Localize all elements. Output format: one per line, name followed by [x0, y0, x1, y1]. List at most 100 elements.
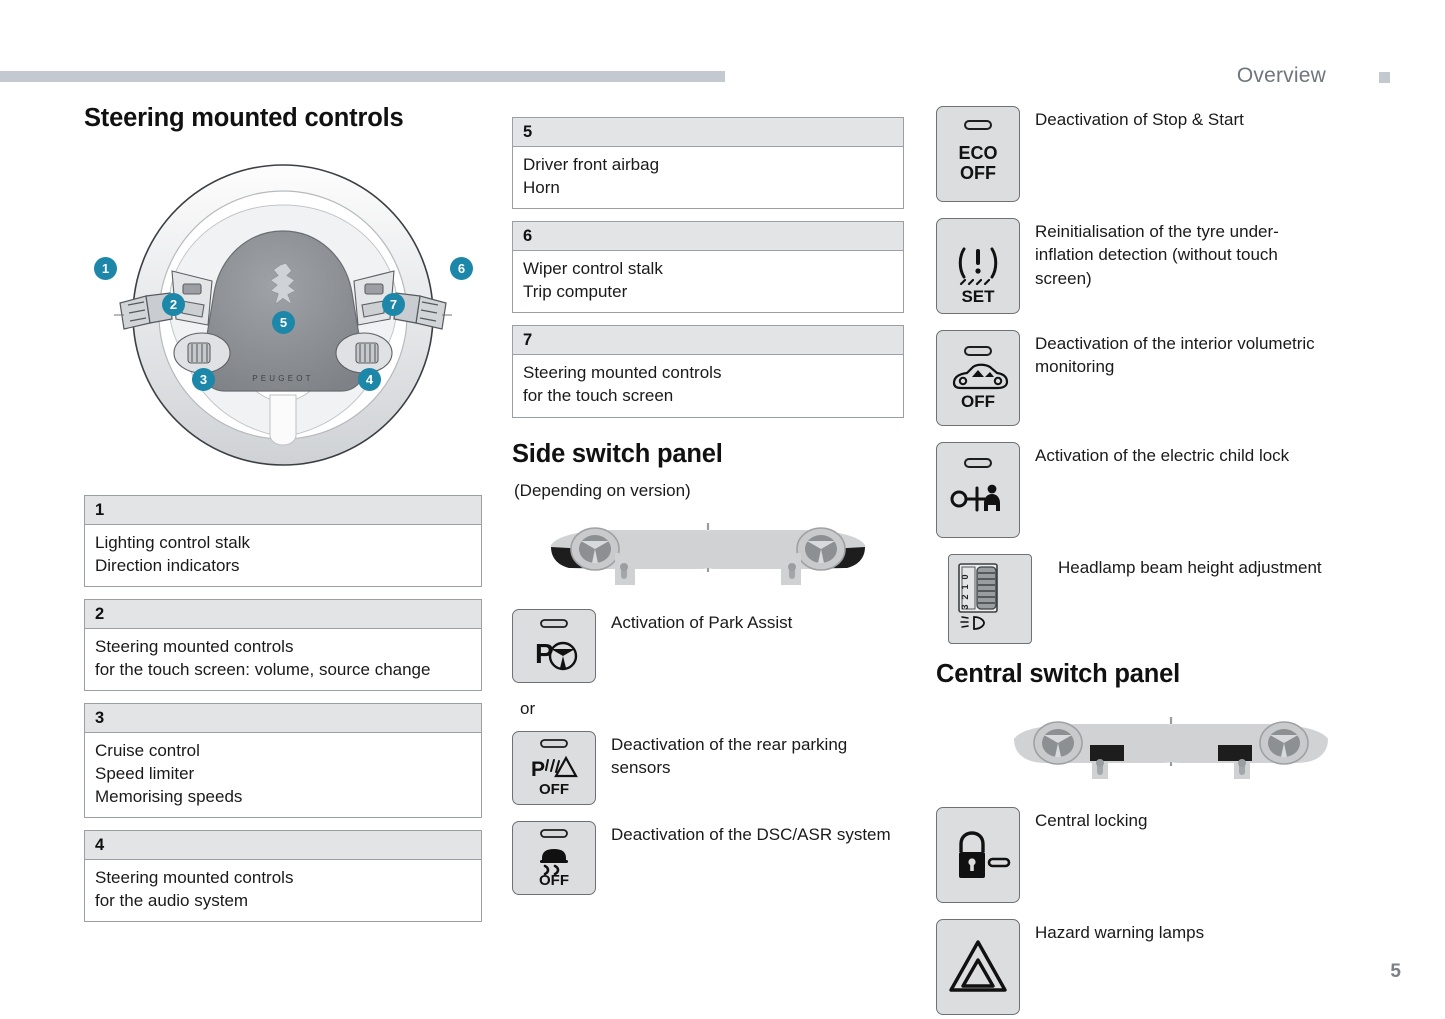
- volumetric-monitoring-row: OFF Deactivation of the interior volumet…: [936, 330, 1406, 426]
- steering-controls-heading: Steering mounted controls: [84, 104, 404, 132]
- wheel-callout-1: 1: [94, 257, 117, 280]
- header-accent-bar: [0, 71, 725, 82]
- wheel-callout-6: 6: [450, 257, 473, 280]
- steering-wheel-figure: PEUGEOT 1 2 3 4 5 6 7: [84, 153, 482, 483]
- wheel-brand-text: PEUGEOT: [252, 374, 314, 383]
- central-locking-icon: [959, 831, 1011, 878]
- child-lock-button[interactable]: [936, 442, 1020, 538]
- tyre-pressure-button[interactable]: SET: [936, 218, 1020, 314]
- page-number: 5: [1390, 961, 1401, 982]
- control-table-6-line-2: Trip computer: [523, 281, 628, 301]
- rear-parking-sensors-button[interactable]: P OFF: [512, 730, 596, 805]
- park-assist-row: P Activation of Park Assist: [512, 608, 904, 683]
- control-table-2: 2 Steering mounted controls for the touc…: [84, 599, 482, 692]
- control-table-5-line-1: Driver front airbag: [523, 155, 660, 174]
- control-table-1-body: Lighting control stalk Direction indicat…: [85, 525, 481, 586]
- control-table-4-body: Steering mounted controls for the audio …: [85, 860, 481, 921]
- tyre-pressure-row: SET Reinitialisation of the tyre under-i…: [936, 218, 1406, 314]
- svg-text:3: 3: [960, 604, 970, 609]
- wheel-callout-4: 4: [358, 368, 381, 391]
- control-table-3: 3 Cruise control Speed limiter Memorisin…: [84, 703, 482, 819]
- central-locking-row: Central locking: [936, 807, 1406, 903]
- control-table-2-line-2: for the touch screen: volume, source cha…: [95, 659, 431, 679]
- control-table-4-line-2: for the audio system: [95, 890, 249, 910]
- electric-child-lock-icon: [950, 458, 1000, 512]
- rear-parking-sensors-row: P OFF Deactivation of the rear parking s…: [512, 730, 904, 805]
- control-table-1-number: 1: [85, 496, 481, 525]
- rear-parking-sensors-off-icon: P OFF: [531, 738, 578, 798]
- control-table-4-number: 4: [85, 831, 481, 861]
- central-switch-panel-heading: Central switch panel: [936, 660, 1180, 688]
- svg-text:OFF: OFF: [539, 872, 569, 889]
- control-table-7-line-1: Steering mounted controls: [523, 363, 722, 383]
- child-lock-label: Activation of the electric child lock: [1035, 446, 1290, 465]
- middle-column: 5 Driver front airbag Horn 6 Wiper contr…: [512, 117, 904, 911]
- svg-text:0: 0: [960, 574, 970, 579]
- control-table-4: 4 Steering mounted controls for the audi…: [84, 830, 482, 923]
- right-column: ECO OFF Deactivation of Stop & Start SET…: [936, 106, 1406, 1019]
- wheel-callout-2: 2: [162, 293, 185, 316]
- hazard-warning-button[interactable]: [936, 919, 1020, 1015]
- control-table-5: 5 Driver front airbag Horn: [512, 117, 904, 210]
- eco-off-row: ECO OFF Deactivation of Stop & Start: [936, 106, 1406, 202]
- svg-text:2: 2: [960, 594, 970, 599]
- wheel-callout-3: 3: [192, 368, 215, 391]
- headlamp-beam-row: 0 1 2 3 Headlamp beam height adjustment: [936, 554, 1406, 644]
- left-column: Steering mounted controls PEUGEOT 1 2 3 …: [84, 104, 482, 934]
- dsc-asr-label: Deactivation of the DSC/ASR system: [611, 824, 891, 844]
- svg-text:1: 1: [960, 584, 970, 589]
- svg-text:OFF: OFF: [960, 163, 996, 183]
- volumetric-monitoring-off-icon: OFF: [952, 346, 1009, 411]
- eco-off-label: Deactivation of Stop & Start: [1035, 110, 1244, 129]
- svg-text:SET: SET: [961, 287, 995, 306]
- control-table-5-line-2: Horn: [523, 177, 560, 197]
- central-switch-dash-diagram: [936, 717, 1406, 789]
- svg-text:OFF: OFF: [539, 781, 569, 798]
- central-dashboard-illustration: [1014, 717, 1328, 779]
- side-switch-dash-diagram: [512, 522, 904, 595]
- central-locking-button[interactable]: [936, 807, 1020, 903]
- control-table-7-body: Steering mounted controls for the touch …: [513, 355, 903, 416]
- svg-text:OFF: OFF: [961, 392, 995, 411]
- control-table-5-number: 5: [513, 118, 903, 147]
- central-locking-label: Central locking: [1035, 811, 1148, 830]
- volumetric-monitoring-label: Deactivation of the interior volumetric …: [1035, 334, 1315, 377]
- park-assist-label: Activation of Park Assist: [611, 612, 793, 632]
- control-table-1-line-2: Direction indicators: [95, 555, 240, 575]
- headlamp-beam-label: Headlamp beam height adjustment: [1058, 558, 1322, 577]
- park-assist-button[interactable]: P: [512, 608, 596, 683]
- rear-parking-sensors-label: Deactivation of the rear parking sensors: [611, 734, 848, 778]
- wheel-callout-5: 5: [272, 311, 295, 334]
- hazard-warning-label: Hazard warning lamps: [1035, 923, 1205, 942]
- dsc-asr-row: OFF Deactivation of the DSC/ASR system: [512, 820, 904, 895]
- control-table-3-line-2: Speed limiter: [95, 764, 195, 784]
- or-separator-label: or: [520, 698, 536, 718]
- control-table-5-body: Driver front airbag Horn: [513, 147, 903, 208]
- control-table-7-line-2: for the touch screen: [523, 386, 674, 406]
- svg-text:ECO: ECO: [958, 143, 997, 163]
- headlamp-beam-button[interactable]: 0 1 2 3: [948, 554, 1032, 644]
- control-table-7: 7 Steering mounted controls for the touc…: [512, 325, 904, 418]
- control-table-6: 6 Wiper control stalk Trip computer: [512, 221, 904, 314]
- page-header-title: Overview: [1236, 64, 1326, 87]
- control-table-2-line-1: Steering mounted controls: [95, 637, 294, 657]
- manual-page: Overview Steering mounted controls PEUGE…: [0, 0, 1445, 1019]
- control-table-6-line-1: Wiper control stalk: [523, 259, 663, 279]
- tyre-pressure-label: Reinitialisation of the tyre under-infla…: [1035, 222, 1279, 288]
- control-table-6-number: 6: [513, 222, 903, 252]
- control-table-2-body: Steering mounted controls for the touch …: [85, 629, 481, 690]
- control-table-7-number: 7: [513, 326, 903, 356]
- park-assist-icon: P: [535, 618, 578, 670]
- side-switch-panel-heading: Side switch panel: [512, 439, 723, 468]
- child-lock-row: Activation of the electric child lock: [936, 442, 1406, 538]
- control-table-3-number: 3: [85, 704, 481, 734]
- side-switch-panel-note: (Depending on version): [514, 480, 691, 500]
- control-table-3-line-3: Memorising speeds: [95, 786, 243, 806]
- hazard-warning-icon: [949, 940, 1007, 992]
- volumetric-monitoring-button[interactable]: OFF: [936, 330, 1020, 426]
- control-table-2-number: 2: [85, 600, 481, 630]
- control-table-1-line-1: Lighting control stalk: [95, 533, 250, 552]
- eco-off-button[interactable]: ECO OFF: [936, 106, 1020, 202]
- control-table-1: 1 Lighting control stalk Direction indic…: [84, 495, 482, 588]
- dsc-asr-button[interactable]: OFF: [512, 820, 596, 895]
